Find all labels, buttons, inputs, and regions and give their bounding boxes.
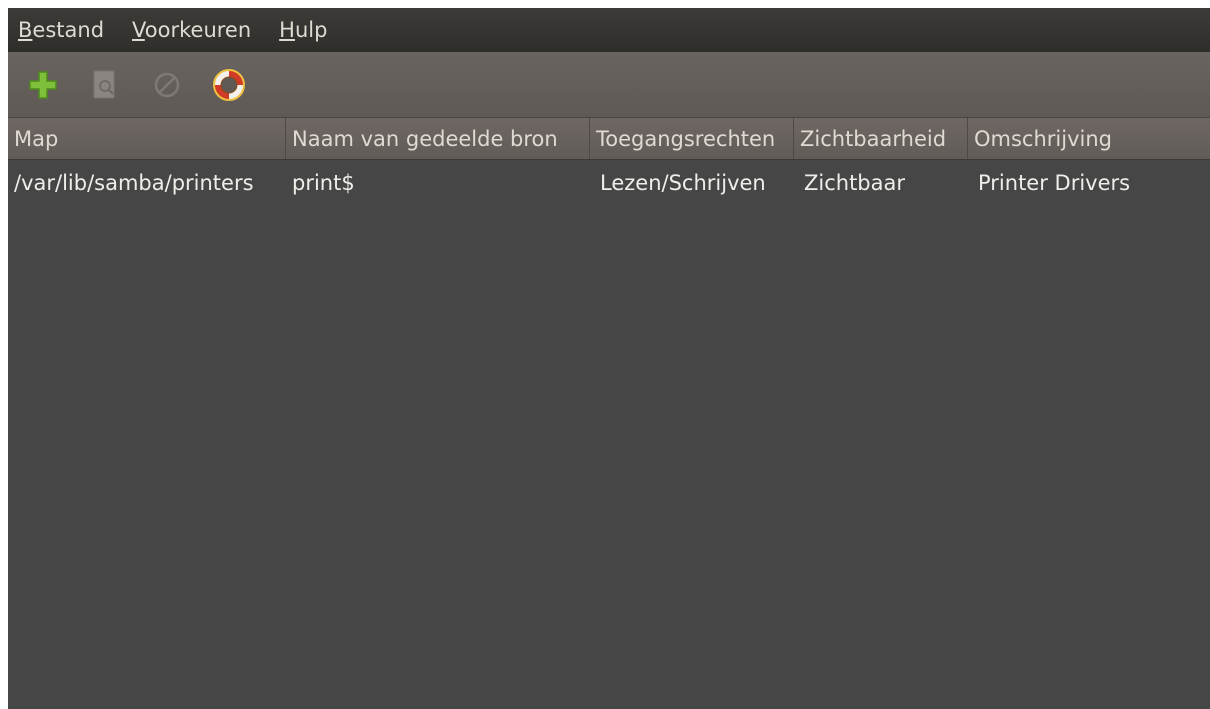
menubar: Bestand Voorkeuren Hulp bbox=[8, 8, 1210, 52]
menu-hulp[interactable]: Hulp bbox=[279, 18, 327, 42]
cell-description: Printer Drivers bbox=[978, 171, 1131, 195]
share-list: /var/lib/samba/printers print$ Lezen/Sch… bbox=[8, 160, 1210, 206]
properties-icon bbox=[93, 70, 115, 98]
cell-permissions: Lezen/Schrijven bbox=[600, 171, 766, 195]
properties-button[interactable] bbox=[84, 64, 126, 106]
samba-share-window: Bestand Voorkeuren Hulp Map Naam van ged… bbox=[8, 8, 1210, 709]
column-header-description[interactable]: Omschrijving bbox=[968, 118, 1210, 159]
delete-share-button[interactable] bbox=[146, 64, 188, 106]
help-lifebuoy-icon bbox=[213, 68, 245, 101]
help-button[interactable] bbox=[208, 64, 250, 106]
menu-voorkeuren[interactable]: Voorkeuren bbox=[132, 18, 251, 42]
menu-bestand[interactable]: Bestand bbox=[18, 18, 104, 42]
cell-share-name: print$ bbox=[292, 171, 355, 195]
cell-visibility: Zichtbaar bbox=[804, 171, 906, 195]
column-header-map[interactable]: Map bbox=[8, 118, 286, 159]
table-header: Map Naam van gedeelde bron Toegangsrecht… bbox=[8, 118, 1210, 160]
add-icon bbox=[29, 70, 57, 99]
column-header-visibility[interactable]: Zichtbaarheid bbox=[794, 118, 968, 159]
toolbar bbox=[8, 52, 1210, 118]
column-header-share-name[interactable]: Naam van gedeelde bron bbox=[286, 118, 590, 159]
delete-icon bbox=[154, 72, 180, 97]
table-row[interactable]: /var/lib/samba/printers print$ Lezen/Sch… bbox=[8, 160, 1210, 206]
add-share-button[interactable] bbox=[22, 64, 64, 106]
cell-map: /var/lib/samba/printers bbox=[14, 171, 254, 195]
column-header-permissions[interactable]: Toegangsrechten bbox=[590, 118, 794, 159]
